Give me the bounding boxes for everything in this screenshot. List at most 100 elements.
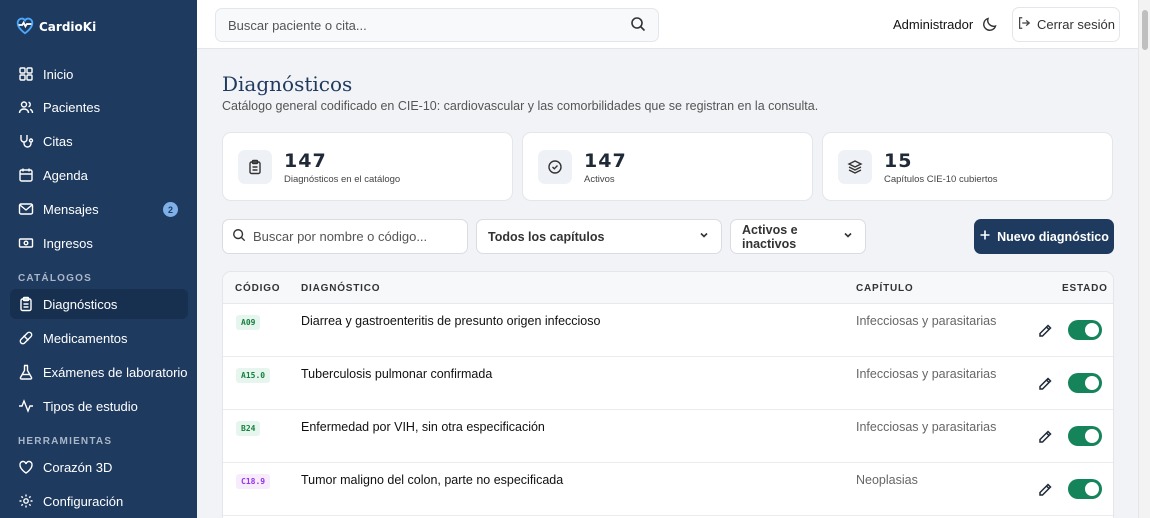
sidebar-item-examenes[interactable]: Exámenes de laboratorio xyxy=(10,357,188,387)
pencil-icon[interactable] xyxy=(1037,482,1053,498)
pencil-icon[interactable] xyxy=(1037,429,1053,445)
chapter-select[interactable]: Todos los capítulos xyxy=(476,219,722,254)
status-select-value: Activos e inactivos xyxy=(742,222,798,251)
stat-card-active: 147 Activos xyxy=(522,132,813,201)
sidebar-item-tipos-estudio[interactable]: Tipos de estudio xyxy=(10,391,188,421)
stat-label: Diagnósticos en el catálogo xyxy=(284,174,401,185)
table-row[interactable]: A09 Diarrea y gastroenteritis de presunto… xyxy=(223,304,1113,357)
unread-badge: 2 xyxy=(163,202,178,217)
plus-icon xyxy=(979,229,991,244)
global-search-placeholder: Buscar paciente o cita... xyxy=(228,17,367,33)
diagnosis-name: Tuberculosis pulmonar confirmada xyxy=(301,367,493,381)
stat-value: 147 xyxy=(284,150,327,172)
code-badge: B24 xyxy=(236,421,261,436)
chevron-down-icon xyxy=(698,229,710,244)
sidebar-item-corazon-3d[interactable]: Corazón 3D xyxy=(10,452,188,482)
sidebar-item-label: Mensajes xyxy=(43,201,99,217)
sidebar-item-label: Tipos de estudio xyxy=(43,398,138,414)
activity-icon xyxy=(18,398,34,414)
table-row[interactable]: C18.9 Tumor maligno del colon, parte no e… xyxy=(223,463,1113,516)
sidebar-item-configuracion[interactable]: Configuración xyxy=(10,486,188,516)
table-row[interactable]: A15.0 Tuberculosis pulmonar confirmada Inf… xyxy=(223,357,1113,410)
banknote-icon xyxy=(18,235,34,251)
stat-card-chapters: 15 Capítulos CIE-10 cubiertos xyxy=(822,132,1113,201)
user-name: Administrador xyxy=(893,17,974,32)
sidebar-item-label: Citas xyxy=(43,133,73,149)
stat-label: Activos xyxy=(584,174,615,185)
search-icon[interactable] xyxy=(630,16,646,35)
heart-icon xyxy=(18,459,34,475)
sidebar-item-label: Agenda xyxy=(43,167,88,183)
diagnosis-table: CÓDIGO DIAGNÓSTICO CAPÍTULO ESTADO A09 Di… xyxy=(222,271,1114,518)
page-title: Diagnósticos xyxy=(222,72,353,96)
status-toggle[interactable] xyxy=(1068,373,1102,393)
sidebar-item-citas[interactable]: Citas xyxy=(10,126,188,156)
sidebar-item-label: Diagnósticos xyxy=(43,296,118,312)
table-header: CÓDIGO DIAGNÓSTICO CAPÍTULO ESTADO xyxy=(223,272,1113,304)
stat-label: Capítulos CIE-10 cubiertos xyxy=(884,174,998,185)
search-icon xyxy=(232,228,246,245)
chapter-name: Infecciosas y parasitarias xyxy=(856,420,997,434)
sidebar-item-label: Medicamentos xyxy=(43,330,128,346)
clipboard-icon xyxy=(18,296,34,312)
diagnosis-name: Tumor maligno del colon, parte no especi… xyxy=(301,473,564,487)
gear-icon xyxy=(18,493,34,509)
sidebar-item-inicio[interactable]: Inicio xyxy=(10,59,188,89)
diagnosis-search-input[interactable]: Buscar por nombre o código... xyxy=(222,219,468,254)
chapter-select-value: Todos los capítulos xyxy=(488,229,605,244)
sidebar-item-label: Inicio xyxy=(43,66,74,82)
header-code[interactable]: CÓDIGO xyxy=(235,283,280,294)
sidebar-item-agenda[interactable]: Agenda xyxy=(10,160,188,190)
sidebar-item-medicamentos[interactable]: Medicamentos xyxy=(10,323,188,353)
header-chapter[interactable]: CAPÍTULO xyxy=(856,283,914,294)
sidebar-item-ingresos[interactable]: Ingresos xyxy=(10,228,188,258)
chapter-name: Infecciosas y parasitarias xyxy=(856,367,997,381)
mail-icon xyxy=(18,201,34,217)
sidebar-item-diagnosticos[interactable]: Diagnósticos xyxy=(10,289,188,319)
moon-icon[interactable] xyxy=(982,16,998,32)
pencil-icon[interactable] xyxy=(1037,323,1053,339)
status-select[interactable]: Activos e inactivos xyxy=(730,219,866,254)
status-toggle[interactable] xyxy=(1068,479,1102,499)
heart-pulse-icon xyxy=(14,14,36,39)
app-logo[interactable]: CardioKi xyxy=(14,14,96,39)
logout-button[interactable]: Cerrar sesión xyxy=(1012,7,1120,42)
stat-value: 147 xyxy=(584,150,627,172)
sidebar-item-label: Ingresos xyxy=(43,235,93,251)
page-scrollbar[interactable] xyxy=(1138,0,1150,518)
chapter-name: Neoplasias xyxy=(856,473,918,487)
global-search-input[interactable]: Buscar paciente o cita... xyxy=(215,8,659,42)
table-row[interactable]: B24 Enfermedad por VIH, sin otra especifi… xyxy=(223,410,1113,463)
stethoscope-icon xyxy=(18,133,34,149)
diagnosis-name: Enfermedad por VIH, sin otra especificac… xyxy=(301,420,545,434)
clipboard-icon xyxy=(238,150,272,184)
sidebar-item-label: Corazón 3D xyxy=(43,459,113,475)
grid-icon xyxy=(18,66,34,82)
status-toggle[interactable] xyxy=(1068,426,1102,446)
page-subtitle: Catálogo general codificado en CIE-10: c… xyxy=(222,99,819,113)
topbar: Buscar paciente o cita... Administrador … xyxy=(197,0,1138,49)
header-status[interactable]: ESTADO xyxy=(1062,283,1108,294)
catalogs-section-label: CATÁLOGOS xyxy=(18,273,92,284)
sidebar-item-mensajes[interactable]: Mensajes 2 xyxy=(10,194,188,224)
code-badge: A15.0 xyxy=(236,368,271,383)
code-badge: A09 xyxy=(236,315,261,330)
scroll-thumb[interactable] xyxy=(1142,10,1148,50)
sidebar-item-label: Pacientes xyxy=(43,99,101,115)
sidebar-item-label: Exámenes de laboratorio xyxy=(43,364,188,380)
diagnosis-name: Diarrea y gastroenteritis de presunto or… xyxy=(301,314,601,328)
diagnosis-search-placeholder: Buscar por nombre o código... xyxy=(253,229,428,244)
new-diagnosis-button[interactable]: Nuevo diagnóstico xyxy=(974,219,1114,254)
code-badge: C18.9 xyxy=(236,474,271,489)
header-diagnosis[interactable]: DIAGNÓSTICO xyxy=(301,283,380,294)
sidebar-item-label: Configuración xyxy=(43,493,124,509)
stat-card-total: 147 Diagnósticos en el catálogo xyxy=(222,132,513,201)
tools-section-label: HERRAMIENTAS xyxy=(18,436,113,447)
calendar-icon xyxy=(18,167,34,183)
new-diagnosis-label: Nuevo diagnóstico xyxy=(997,229,1109,244)
sidebar-item-pacientes[interactable]: Pacientes xyxy=(10,92,188,122)
chevron-down-icon xyxy=(842,229,854,244)
status-toggle[interactable] xyxy=(1068,320,1102,340)
chapter-name: Infecciosas y parasitarias xyxy=(856,314,997,328)
pencil-icon[interactable] xyxy=(1037,376,1053,392)
